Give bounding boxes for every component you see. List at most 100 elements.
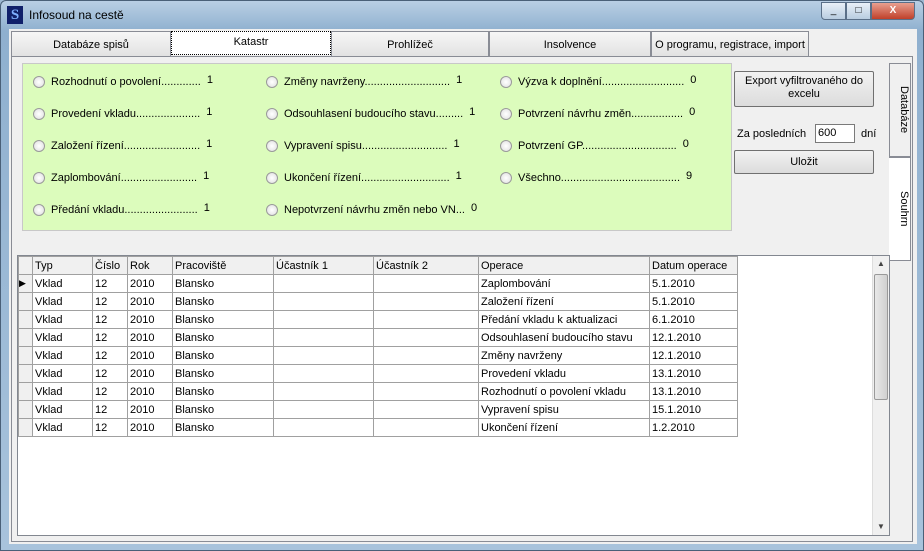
table-row[interactable]: Vklad 12 2010 Blansko Vypravení spisu 15.1.20… [18,400,738,419]
table-cell[interactable] [273,400,374,419]
filter-radio[interactable]: Změny navrženy..........................… [266,74,462,88]
filter-radio[interactable]: Provedení vkladu..................... 1 [33,106,212,120]
filter-radio[interactable]: Ukončení řízení.........................… [266,170,462,184]
radio-circle-icon[interactable] [500,76,512,88]
radio-circle-icon[interactable] [500,140,512,152]
column-header[interactable]: Účastník 2 [373,256,479,275]
table-cell[interactable]: 12 [92,346,128,365]
filter-radio[interactable]: Potvrzení GP............................… [500,138,689,152]
table-cell[interactable] [273,328,374,347]
tab-insolvence[interactable]: Insolvence [489,31,651,56]
table-cell[interactable]: Vklad [32,364,93,383]
side-tab-souhrn[interactable]: Souhrn [889,157,911,261]
table-cell[interactable]: Vypravení spisu [478,400,650,419]
column-header[interactable]: Rok [127,256,173,275]
table-cell[interactable] [273,310,374,329]
table-cell[interactable]: Odsouhlasení budoucího stavu [478,328,650,347]
table-cell[interactable]: 2010 [127,418,173,437]
table-cell[interactable]: 2010 [127,364,173,383]
table-cell[interactable]: 12 [92,328,128,347]
filter-radio[interactable]: Předání vkladu........................ 1 [33,202,210,216]
column-header[interactable]: Datum operace [649,256,738,275]
tab-prohlizec[interactable]: Prohlížeč [331,31,489,56]
table-row[interactable]: Vklad 12 2010 Blansko Ukončení řízení 1.2.201… [18,418,738,437]
radio-circle-icon[interactable] [33,140,45,152]
table-cell[interactable]: Rozhodnutí o povolení vkladu [478,382,650,401]
column-header[interactable]: Typ [32,256,93,275]
save-button[interactable]: Uložit [734,150,874,174]
table-cell[interactable]: Založení řízení [478,292,650,311]
filter-radio[interactable]: Výzva k doplnění........................… [500,74,696,88]
table-cell[interactable]: 2010 [127,400,173,419]
table-cell[interactable] [373,364,479,383]
table-cell[interactable]: Blansko [172,400,274,419]
radio-circle-icon[interactable] [33,76,45,88]
radio-circle-icon[interactable] [33,172,45,184]
row-indicator[interactable] [18,328,33,347]
table-cell[interactable]: Provedení vkladu [478,364,650,383]
row-indicator[interactable] [18,382,33,401]
table-cell[interactable]: Změny navrženy [478,346,650,365]
table-cell[interactable]: 12 [92,292,128,311]
table-cell[interactable]: 2010 [127,382,173,401]
scroll-thumb[interactable] [874,274,888,400]
radio-circle-icon[interactable] [266,172,278,184]
radio-circle-icon[interactable] [266,108,278,120]
table-cell[interactable]: Blansko [172,274,274,293]
table-cell[interactable]: 12 [92,400,128,419]
tab-o-programu[interactable]: O programu, registrace, import [651,31,809,56]
maximize-button[interactable]: □ [846,2,871,20]
filter-radio[interactable]: Všechno.................................… [500,170,692,184]
column-header[interactable]: Operace [478,256,650,275]
radio-circle-icon[interactable] [500,108,512,120]
filter-radio[interactable]: Potvrzení návrhu změn................. 0 [500,106,695,120]
table-cell[interactable] [373,328,479,347]
table-row[interactable]: Vklad 12 2010 Blansko Provedení vkladu 13.1.2… [18,364,738,383]
table-cell[interactable] [273,382,374,401]
table-cell[interactable]: Předání vkladu k aktualizaci [478,310,650,329]
table-cell[interactable]: 5.1.2010 [649,292,738,311]
table-cell[interactable]: Vklad [32,400,93,419]
scroll-down-icon[interactable]: ▼ [873,519,889,535]
table-cell[interactable]: 1.2.2010 [649,418,738,437]
row-indicator[interactable] [18,400,33,419]
table-row[interactable]: Vklad 12 2010 Blansko Předání vkladu k aktua… [18,310,738,329]
table-cell[interactable]: Blansko [172,364,274,383]
table-cell[interactable]: 13.1.2010 [649,364,738,383]
filter-radio[interactable]: Zaplombování......................... 1 [33,170,209,184]
table-cell[interactable]: Vklad [32,310,93,329]
table-cell[interactable]: 6.1.2010 [649,310,738,329]
table-row[interactable]: ▶ Vklad 12 2010 Blansko Zaplombování 5.1.2010 [18,274,738,293]
table-cell[interactable]: 12 [92,274,128,293]
table-cell[interactable]: 2010 [127,328,173,347]
row-indicator[interactable] [18,310,33,329]
table-cell[interactable]: 15.1.2010 [649,400,738,419]
table-cell[interactable]: Ukončení řízení [478,418,650,437]
table-cell[interactable]: 2010 [127,274,173,293]
tab-katastr[interactable]: Katastr [171,31,331,55]
table-cell[interactable] [373,400,479,419]
table-cell[interactable] [373,346,479,365]
table-cell[interactable]: Vklad [32,382,93,401]
table-cell[interactable]: Vklad [32,292,93,311]
table-row[interactable]: Vklad 12 2010 Blansko Rozhodnutí o povolení … [18,382,738,401]
radio-circle-icon[interactable] [33,108,45,120]
filter-radio[interactable]: Rozhodnutí o povolení............. 1 [33,74,213,88]
table-cell[interactable]: 12 [92,382,128,401]
export-excel-button[interactable]: Export vyfiltrovaného do excelu [734,71,874,107]
table-cell[interactable] [373,274,479,293]
tab-databaze-spisu[interactable]: Databáze spisů [11,31,171,56]
radio-circle-icon[interactable] [266,76,278,88]
table-cell[interactable]: Vklad [32,418,93,437]
close-button[interactable]: X [871,2,915,20]
table-cell[interactable] [373,292,479,311]
table-cell[interactable]: Blansko [172,346,274,365]
table-cell[interactable]: Blansko [172,292,274,311]
table-cell[interactable]: 12.1.2010 [649,346,738,365]
row-indicator[interactable] [18,292,33,311]
radio-circle-icon[interactable] [500,172,512,184]
row-indicator[interactable] [18,418,33,437]
table-cell[interactable]: Blansko [172,418,274,437]
table-cell[interactable]: 2010 [127,310,173,329]
table-cell[interactable] [273,364,374,383]
